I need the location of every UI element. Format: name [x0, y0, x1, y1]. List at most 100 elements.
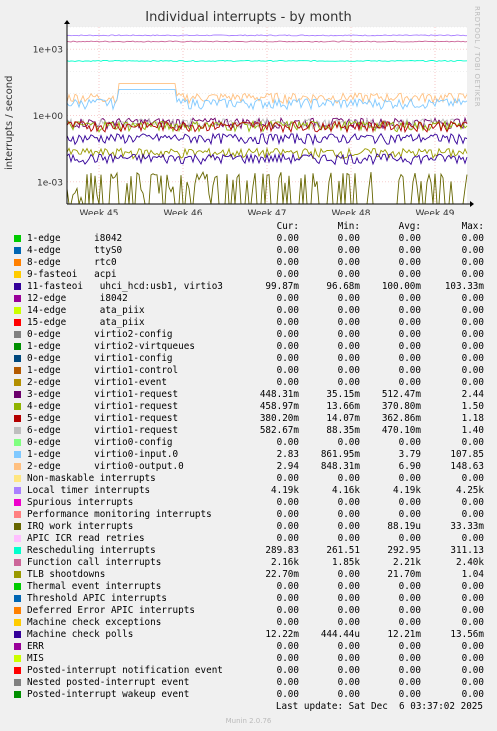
legend-swatch — [14, 415, 21, 422]
legend-min: 0.00 — [337, 329, 360, 340]
legend-min: 444.44u — [320, 629, 360, 640]
legend-avg: 0.00 — [398, 593, 421, 604]
legend-min: 261.51 — [326, 545, 360, 556]
legend-max: 2.40k — [456, 557, 484, 568]
legend-cur: 380.20m — [259, 413, 299, 424]
legend-row: 6-edge virtio1-request 582.67m 88.35m 470.1… — [12, 425, 486, 437]
legend-name: 1-edge virtio0-input.0 — [27, 449, 179, 460]
y-tick-label: 1e+00 — [33, 112, 64, 122]
legend-max: 0.00 — [461, 581, 484, 592]
legend-swatch — [14, 619, 21, 626]
legend-swatch — [14, 631, 21, 638]
legend-swatch — [14, 643, 21, 650]
legend-swatch — [14, 307, 21, 314]
x-tick-label: Week 47 — [248, 209, 287, 215]
legend-row: Machine check polls 12.22m 444.44u 12.21m 13… — [12, 629, 486, 641]
legend-max: 0.00 — [461, 605, 484, 616]
legend-cur: 22.70m — [265, 569, 299, 580]
legend-name: 4-edge ttyS0 — [27, 245, 123, 256]
legend-avg: 370.80m — [381, 401, 421, 412]
legend-name: APIC ICR read retries — [27, 533, 145, 544]
legend-name: Thermal event interrupts — [27, 581, 162, 592]
legend-avg: 0.00 — [398, 509, 421, 520]
legend-row: 0-edge virtio1-config 0.00 0.00 0.00 0.00 — [12, 353, 486, 365]
legend-swatch — [14, 691, 21, 698]
legend-min: 0.00 — [337, 569, 360, 580]
x-tick-label: Week 48 — [332, 209, 371, 215]
legend-name: IRQ work interrupts — [27, 521, 134, 532]
legend-max: 148.63 — [450, 461, 484, 472]
legend-row: TLB shootdowns 22.70m 0.00 21.70m 1.04 — [12, 569, 486, 581]
legend-max: 0.00 — [461, 329, 484, 340]
legend-cur: 0.00 — [276, 437, 299, 448]
legend-max: 0.00 — [461, 317, 484, 328]
legend-name: TLB shootdowns — [27, 569, 106, 580]
legend-min: 0.00 — [337, 293, 360, 304]
legend-max: 103.33m — [444, 281, 484, 292]
legend-max: 0.00 — [461, 497, 484, 508]
legend-cur: 0.00 — [276, 269, 299, 280]
legend-avg: 0.00 — [398, 617, 421, 628]
legend-name: 14-edge ata_piix — [27, 305, 145, 316]
legend-min: 0.00 — [337, 353, 360, 364]
legend-swatch — [14, 595, 21, 602]
legend-avg: 0.00 — [398, 653, 421, 664]
legend-avg: 6.90 — [398, 461, 421, 472]
header-min: Min: — [337, 221, 360, 232]
legend-name: Function call interrupts — [27, 557, 162, 568]
legend-swatch — [14, 511, 21, 518]
legend-avg: 0.00 — [398, 305, 421, 316]
legend-row: 0-edge virtio2-config 0.00 0.00 0.00 0.00 — [12, 329, 486, 341]
legend-cur: 0.00 — [276, 521, 299, 532]
legend-min: 88.35m — [326, 425, 360, 436]
legend-swatch — [14, 247, 21, 254]
legend-cur: 289.83 — [265, 545, 299, 556]
legend-avg: 0.00 — [398, 257, 421, 268]
legend-row: 8-edge rtc0 0.00 0.00 0.00 0.00 — [12, 257, 486, 269]
legend-max: 0.00 — [461, 341, 484, 352]
legend-min: 0.00 — [337, 269, 360, 280]
legend-max: 0.00 — [461, 641, 484, 652]
legend-cur: 0.00 — [276, 473, 299, 484]
legend-name: Non-maskable interrupts — [27, 473, 156, 484]
legend-name: 1-edge i8042 — [27, 233, 123, 244]
y-tick-label: 1e-03 — [37, 178, 63, 188]
legend-cur: 0.00 — [276, 341, 299, 352]
legend-swatch — [14, 571, 21, 578]
legend-max: 1.40 — [461, 425, 484, 436]
header-avg: Avg: — [398, 221, 421, 232]
legend-avg: 0.00 — [398, 641, 421, 652]
legend-min: 0.00 — [337, 497, 360, 508]
legend-min: 848.31m — [320, 461, 360, 472]
legend-min: 0.00 — [337, 689, 360, 700]
legend-min: 0.00 — [337, 617, 360, 628]
legend-row: 2-edge virtio1-event 0.00 0.00 0.00 0.00 — [12, 377, 486, 389]
legend-avg: 0.00 — [398, 233, 421, 244]
legend-row: Local timer interrupts 4.19k 4.16k 4.19k 4.2… — [12, 485, 486, 497]
legend-name: Deferred Error APIC interrupts — [27, 605, 195, 616]
legend-avg: 0.00 — [398, 329, 421, 340]
legend-cur: 0.00 — [276, 233, 299, 244]
legend-name: 2-edge virtio1-event — [27, 377, 167, 388]
legend-name: 3-edge virtio1-request — [27, 389, 179, 400]
legend-name: 11-fasteoi uhci_hcd:usb1, virtio3 — [27, 281, 223, 292]
legend-max: 1.18 — [461, 413, 484, 424]
legend-cur: 0.00 — [276, 353, 299, 364]
legend-swatch — [14, 391, 21, 398]
legend-max: 0.00 — [461, 509, 484, 520]
legend-max: 0.00 — [461, 437, 484, 448]
legend-row: APIC ICR read retries 0.00 0.00 0.00 0.00 — [12, 533, 486, 545]
legend-max: 0.00 — [461, 617, 484, 628]
legend-row: Spurious interrupts 0.00 0.00 0.00 0.00 — [12, 497, 486, 509]
legend-row: 0-edge virtio0-config 0.00 0.00 0.00 0.00 — [12, 437, 486, 449]
legend-swatch — [14, 535, 21, 542]
legend-max: 311.13 — [450, 545, 484, 556]
legend-max: 0.00 — [461, 593, 484, 604]
legend-cur: 458.97m — [259, 401, 299, 412]
legend-min: 0.00 — [337, 533, 360, 544]
legend-swatch — [14, 499, 21, 506]
legend-min: 0.00 — [337, 365, 360, 376]
legend-min: 0.00 — [337, 233, 360, 244]
legend-row: IRQ work interrupts 0.00 0.00 88.19u 33.33m — [12, 521, 486, 533]
legend-swatch — [14, 403, 21, 410]
